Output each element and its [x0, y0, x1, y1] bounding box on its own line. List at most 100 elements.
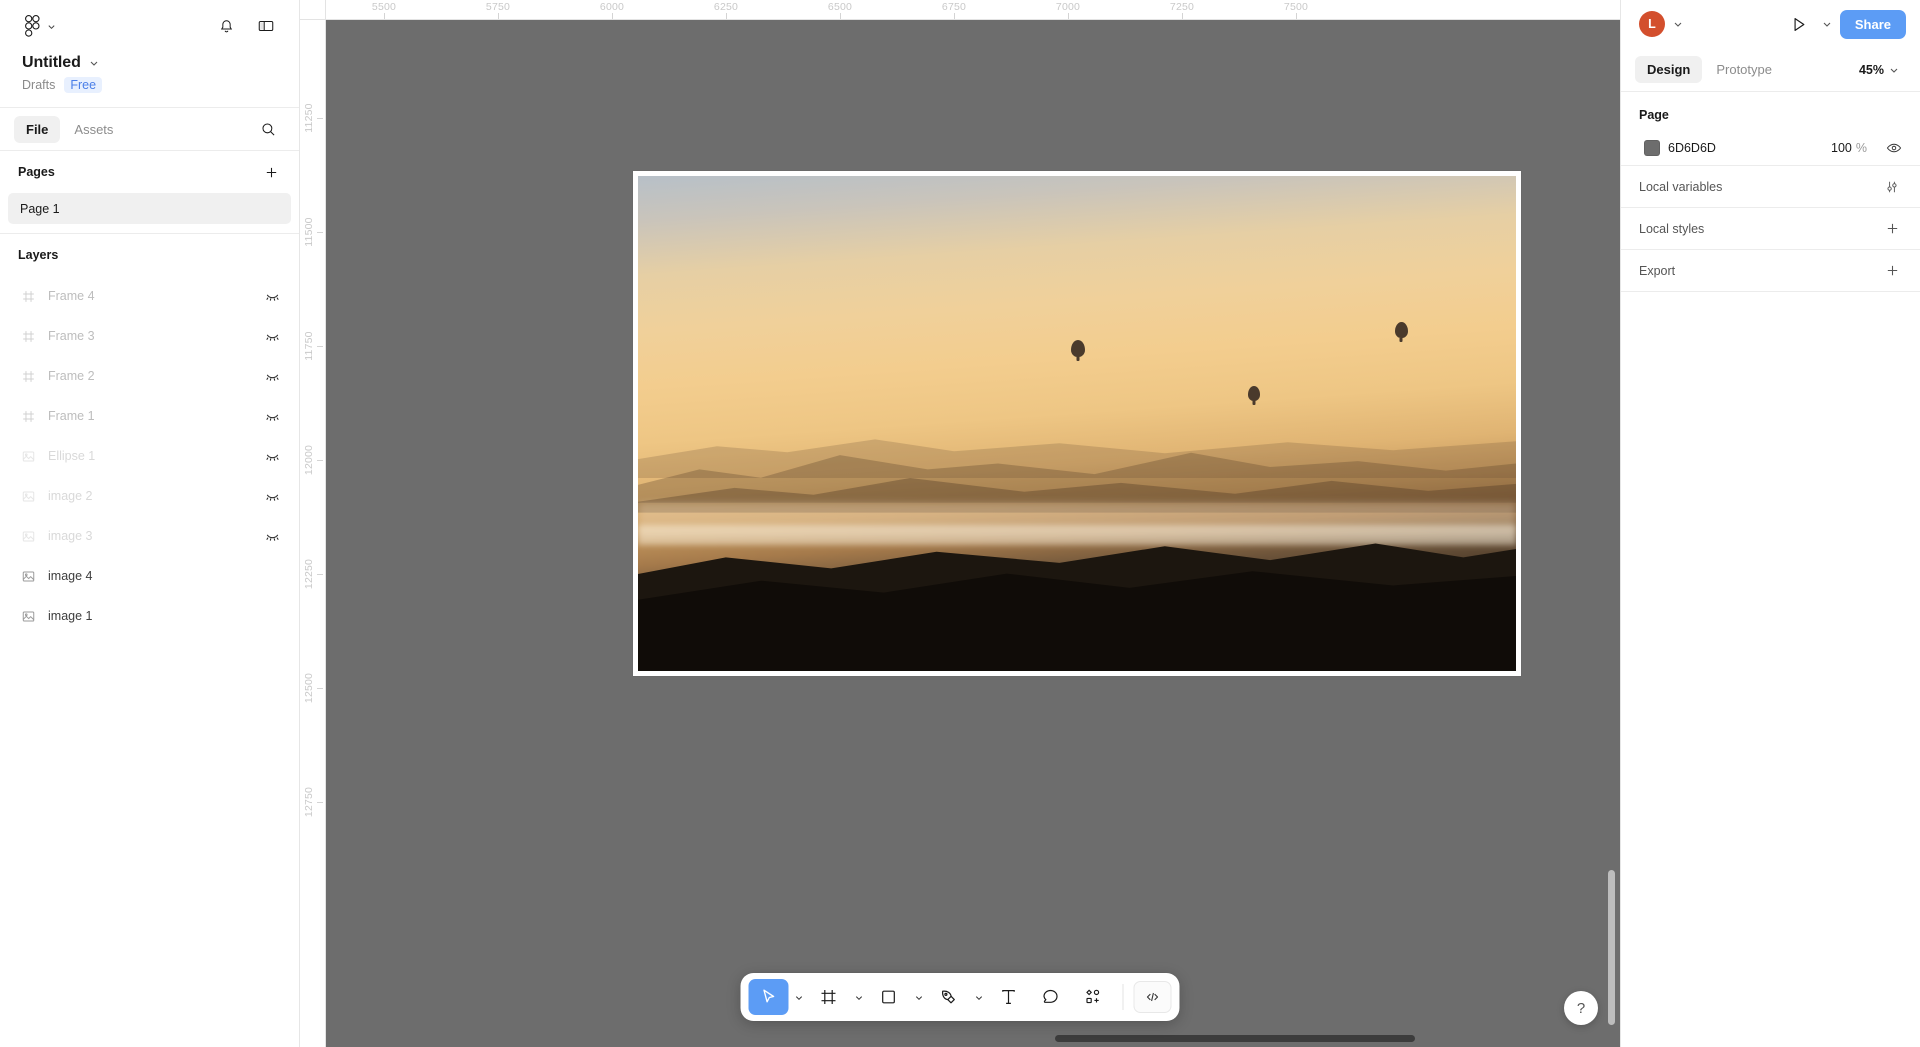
- eye-closed-icon[interactable]: [261, 369, 283, 384]
- frame-tool[interactable]: [809, 979, 849, 1015]
- vertical-ruler: 11250 11500 11750 12000 12250 12500 12750: [300, 0, 326, 1047]
- layer-row[interactable]: Frame 1: [6, 396, 293, 436]
- shape-tool-caret[interactable]: [911, 979, 927, 1015]
- frame-tool-caret[interactable]: [851, 979, 867, 1015]
- image-icon: [20, 608, 36, 624]
- comment-tool[interactable]: [1031, 979, 1071, 1015]
- layer-row[interactable]: image 3: [6, 516, 293, 556]
- pages-title: Pages: [18, 165, 55, 179]
- eye-closed-icon[interactable]: [261, 489, 283, 504]
- sliders-icon[interactable]: [1880, 175, 1904, 199]
- horizontal-scrollbar[interactable]: [1055, 1035, 1415, 1042]
- drafts-label[interactable]: Drafts: [22, 78, 55, 92]
- components-icon: [1086, 989, 1100, 1004]
- plus-icon[interactable]: [1880, 217, 1904, 241]
- balloon-icon: [1248, 385, 1261, 401]
- fill-opacity-value[interactable]: 100: [1831, 141, 1852, 155]
- ruler-tick-v: [317, 346, 323, 347]
- layer-row[interactable]: image 2: [6, 476, 293, 516]
- page-item-page-1[interactable]: Page 1: [8, 193, 291, 224]
- local-variables-label: Local variables: [1639, 179, 1723, 194]
- artboard-frame[interactable]: [633, 171, 1521, 676]
- zoom-control[interactable]: 45%: [1852, 58, 1906, 82]
- ruler-corner: [300, 0, 326, 20]
- ruler-label-h: 5500: [371, 1, 397, 13]
- actions-tool[interactable]: [1073, 979, 1113, 1015]
- balloon-icon: [1070, 340, 1085, 358]
- image-icon: [20, 528, 36, 544]
- add-page-button[interactable]: [259, 160, 283, 184]
- move-tool-caret[interactable]: [791, 979, 807, 1015]
- chevron-down-icon: [795, 995, 802, 1000]
- image-icon: [20, 448, 36, 464]
- ruler-label-v: 11250: [303, 103, 315, 133]
- ruler-label-v: 11750: [303, 331, 315, 361]
- search-icon[interactable]: [253, 114, 283, 144]
- dev-mode-toggle[interactable]: [1133, 981, 1172, 1013]
- eye-open-icon[interactable]: [1882, 140, 1906, 156]
- help-button[interactable]: ?: [1564, 991, 1598, 1025]
- eye-closed-icon[interactable]: [261, 329, 283, 344]
- ruler-label-v: 12000: [303, 444, 315, 476]
- eye-closed-icon[interactable]: [261, 449, 283, 464]
- pen-icon: [942, 990, 955, 1004]
- right-sidebar: L Share Design Prototype 45% Page 6D6D6D: [1620, 0, 1920, 1047]
- right-sidebar-topbar: L Share: [1621, 0, 1920, 48]
- row-local-variables[interactable]: Local variables: [1621, 165, 1920, 207]
- avatar[interactable]: L: [1639, 11, 1665, 37]
- share-button[interactable]: Share: [1839, 9, 1906, 39]
- tab-file[interactable]: File: [14, 115, 61, 143]
- pen-tool-caret[interactable]: [971, 979, 987, 1015]
- plan-badge[interactable]: Free: [64, 77, 103, 93]
- eye-closed-icon[interactable]: [261, 529, 283, 544]
- page-fill-field[interactable]: 6D6D6D 100 %: [1639, 134, 1874, 162]
- vertical-scrollbar[interactable]: [1608, 870, 1615, 1025]
- layer-row[interactable]: Ellipse 1: [6, 436, 293, 476]
- layers-header: Layers: [0, 234, 299, 276]
- page-fill-row: 6D6D6D 100 %: [1621, 131, 1920, 165]
- right-panel-bottom-divider: [1621, 291, 1920, 292]
- ruler-tick-v: [317, 118, 323, 119]
- comment-icon: [1043, 989, 1058, 1003]
- ruler-label-v: 11500: [303, 217, 315, 247]
- move-tool[interactable]: [748, 979, 789, 1015]
- present-button[interactable]: [1784, 9, 1814, 39]
- text-icon: [1002, 990, 1015, 1004]
- chevron-down-icon[interactable]: [1673, 19, 1683, 29]
- ruler-tick-h: [1182, 13, 1183, 19]
- layer-row[interactable]: image 1: [6, 596, 293, 636]
- layer-row[interactable]: image 4: [6, 556, 293, 596]
- canvas[interactable]: 11250 11500 11750 12000 12250 12500 12750 5500…: [300, 0, 1620, 1047]
- ruler-label-h: 6250: [713, 1, 739, 13]
- layer-row[interactable]: Frame 2: [6, 356, 293, 396]
- pen-tool[interactable]: [929, 979, 969, 1015]
- eye-closed-icon[interactable]: [261, 409, 283, 424]
- tab-prototype[interactable]: Prototype: [1704, 56, 1784, 83]
- shape-tool[interactable]: [869, 979, 909, 1015]
- layer-name: Ellipse 1: [48, 449, 96, 463]
- plus-icon[interactable]: [1880, 259, 1904, 283]
- ruler-tick-h: [1068, 13, 1069, 19]
- tab-assets[interactable]: Assets: [62, 116, 125, 143]
- sidebar-toggle-icon[interactable]: [251, 11, 281, 41]
- layer-row[interactable]: Frame 4: [6, 276, 293, 316]
- figma-logo-icon[interactable]: [22, 12, 59, 40]
- figma-app-window: Untitled Drafts Free File Assets Pages P…: [0, 0, 1920, 1047]
- tab-design[interactable]: Design: [1635, 56, 1703, 83]
- file-title[interactable]: Untitled: [22, 54, 81, 72]
- fill-opacity-unit: %: [1855, 141, 1867, 155]
- color-swatch[interactable]: [1644, 140, 1660, 156]
- fill-hex-value[interactable]: 6D6D6D: [1668, 141, 1823, 155]
- row-export[interactable]: Export: [1621, 249, 1920, 291]
- layer-row[interactable]: Frame 3: [6, 316, 293, 356]
- chevron-down-icon[interactable]: [89, 58, 99, 68]
- text-tool[interactable]: [989, 979, 1029, 1015]
- eye-closed-icon[interactable]: [261, 289, 283, 304]
- ruler-label-v: 12250: [303, 558, 315, 590]
- bell-icon[interactable]: [211, 11, 241, 41]
- landscape-image: [638, 176, 1516, 671]
- chevron-down-icon[interactable]: [1822, 19, 1832, 29]
- zoom-level: 45%: [1858, 62, 1884, 77]
- row-local-styles[interactable]: Local styles: [1621, 207, 1920, 249]
- ruler-label-h: 6000: [599, 1, 625, 13]
